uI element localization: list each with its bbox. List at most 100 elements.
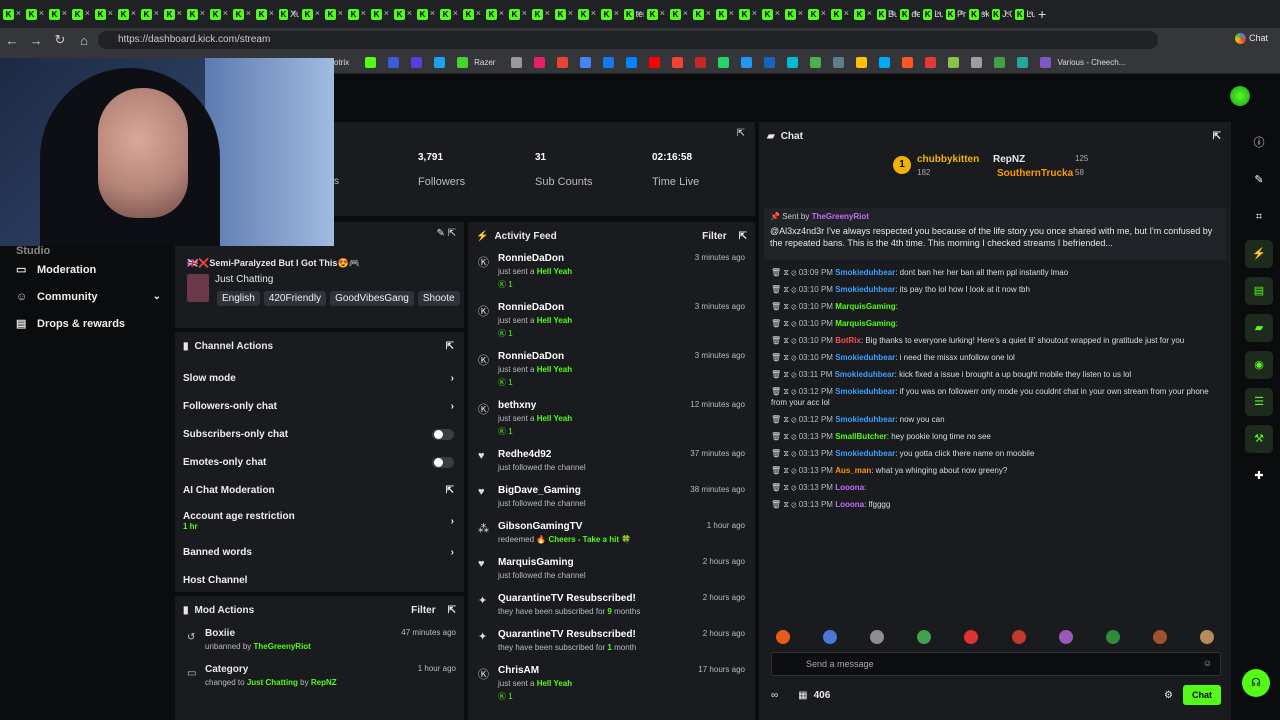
- chat-message[interactable]: 🗑 ⧖ ⊘ 03:10 PM MarquisGaming:: [759, 315, 1231, 332]
- browser-tab[interactable]: K ×: [46, 0, 69, 28]
- delete-icon[interactable]: 🗑: [771, 387, 781, 396]
- broadcast-icon[interactable]: ◉: [1245, 351, 1273, 379]
- close-icon[interactable]: ×: [246, 8, 251, 18]
- home-icon[interactable]: ⌂: [72, 33, 96, 48]
- tag[interactable]: GoodVibesGang: [330, 291, 414, 306]
- timeout-icon[interactable]: ⧖: [783, 302, 789, 311]
- chat-sidebar-button[interactable]: Chat: [1234, 33, 1268, 45]
- close-icon[interactable]: ×: [545, 8, 550, 18]
- chat-message[interactable]: 🗑 ⧖ ⊘ 03:13 PM Smokieduhbear: you gotta …: [759, 445, 1231, 462]
- bookmark-icon[interactable]: [833, 57, 845, 68]
- emote-icon[interactable]: [917, 630, 932, 644]
- sidebar-item-studio[interactable]: Studio: [0, 246, 175, 256]
- tag[interactable]: English: [217, 291, 260, 306]
- browser-tab[interactable]: K ×: [368, 0, 391, 28]
- bookmark-razer[interactable]: Razer: [474, 58, 495, 67]
- timeout-icon[interactable]: ⧖: [783, 483, 789, 492]
- chat-username[interactable]: MarquisGaming: [835, 319, 895, 328]
- popout-icon[interactable]: ⇱: [448, 605, 456, 616]
- chat-message[interactable]: 🗑 ⧖ ⊘ 03:10 PM Smokieduhbear: its pay th…: [759, 281, 1231, 298]
- bookmark-icon[interactable]: [810, 57, 822, 68]
- chat-username[interactable]: Aus_man: [835, 466, 871, 475]
- popout-icon[interactable]: ⇱: [737, 128, 745, 139]
- close-icon[interactable]: ×: [269, 8, 274, 18]
- bookmark-icon[interactable]: [388, 57, 400, 68]
- ban-icon[interactable]: ⊘: [791, 285, 796, 294]
- ban-icon[interactable]: ⊘: [791, 432, 796, 441]
- close-icon[interactable]: ×: [361, 8, 366, 18]
- delete-icon[interactable]: 🗑: [771, 285, 781, 294]
- browser-tab[interactable]: K ×: [460, 0, 483, 28]
- browser-tab[interactable]: K ×: [690, 0, 713, 28]
- subscribers-only-toggle[interactable]: [432, 428, 454, 440]
- bookmark-icon[interactable]: [902, 57, 914, 68]
- bookmark-icon[interactable]: [879, 57, 891, 68]
- browser-tab[interactable]: K ×: [23, 0, 46, 28]
- close-icon[interactable]: ×: [499, 8, 504, 18]
- close-icon[interactable]: ×: [614, 8, 619, 18]
- browser-tab[interactable]: K ×: [322, 0, 345, 28]
- browser-tab[interactable]: K ×: [115, 0, 138, 28]
- ai-moderation-action[interactable]: AI Chat Moderation ⇱: [175, 476, 464, 504]
- delete-icon[interactable]: 🗑: [771, 432, 781, 441]
- delete-icon[interactable]: 🗑: [771, 336, 781, 345]
- bookmark-icon[interactable]: [365, 57, 377, 68]
- timeout-icon[interactable]: ⧖: [783, 466, 789, 475]
- add-widget-icon[interactable]: ✚: [1245, 462, 1273, 490]
- chat-username[interactable]: Smokieduhbear: [835, 268, 895, 277]
- bookmark-icon[interactable]: [1017, 57, 1029, 68]
- chat-username[interactable]: Smokieduhbear: [835, 285, 895, 294]
- bookmark-icon[interactable]: [695, 57, 707, 68]
- chat-message[interactable]: 🗑 ⧖ ⊘ 03:10 PM BotRix: Big thanks to eve…: [759, 332, 1231, 349]
- chat-username[interactable]: Smokieduhbear: [835, 353, 895, 362]
- close-icon[interactable]: ×: [706, 8, 711, 18]
- timeout-icon[interactable]: ⧖: [783, 500, 789, 509]
- followers-only-action[interactable]: Followers-only chat ›: [175, 392, 464, 420]
- ban-icon[interactable]: ⊘: [791, 415, 796, 424]
- browser-tab[interactable]: K ×: [667, 0, 690, 28]
- chat-username[interactable]: SmallButcher: [835, 432, 887, 441]
- delete-icon[interactable]: 🗑: [771, 319, 781, 328]
- queue-icon[interactable]: ☰: [1245, 388, 1273, 416]
- close-icon[interactable]: ×: [844, 8, 849, 18]
- host-channel-action[interactable]: Host Channel: [175, 566, 464, 594]
- delete-icon[interactable]: 🗑: [771, 449, 781, 458]
- bookmark-icon[interactable]: [557, 57, 569, 68]
- browser-tab[interactable]: K ×: [575, 0, 598, 28]
- browser-tab[interactable]: K ×: [805, 0, 828, 28]
- browser-tab[interactable]: K ×: [253, 0, 276, 28]
- close-icon[interactable]: ×: [522, 8, 527, 18]
- close-icon[interactable]: ×: [752, 8, 757, 18]
- chat-username[interactable]: MarquisGaming: [835, 302, 895, 311]
- slow-mode-action[interactable]: Slow mode ›: [175, 364, 464, 392]
- close-icon[interactable]: ×: [476, 8, 481, 18]
- address-bar[interactable]: https://dashboard.kick.com/stream: [98, 31, 1158, 49]
- close-icon[interactable]: ×: [85, 8, 90, 18]
- chat-username[interactable]: Looona: [835, 483, 864, 492]
- chat-message[interactable]: 🗑 ⧖ ⊘ 03:13 PM Looona: lfgggg: [759, 496, 1231, 513]
- browser-tab[interactable]: K ×: [598, 0, 621, 28]
- close-icon[interactable]: ×: [913, 8, 918, 18]
- delete-icon[interactable]: 🗑: [771, 268, 781, 277]
- bookmark-icon[interactable]: [434, 57, 446, 68]
- timeout-icon[interactable]: ⧖: [783, 370, 789, 379]
- browser-tab[interactable]: K ×: [851, 0, 874, 28]
- ban-icon[interactable]: ⊘: [791, 370, 796, 379]
- emote-icon[interactable]: [1153, 630, 1168, 644]
- popout-icon[interactable]: ⇱: [1213, 131, 1221, 142]
- delete-icon[interactable]: 🗑: [771, 500, 781, 509]
- chat-message[interactable]: 🗑 ⧖ ⊘ 03:09 PM Smokieduhbear: dont ban h…: [759, 264, 1231, 281]
- bookmark-icon[interactable]: [925, 57, 937, 68]
- emote-icon[interactable]: [822, 630, 837, 644]
- timeout-icon[interactable]: ⧖: [783, 449, 789, 458]
- close-icon[interactable]: ×: [223, 8, 228, 18]
- close-icon[interactable]: ×: [821, 8, 826, 18]
- support-icon[interactable]: ☊: [1242, 669, 1270, 697]
- browser-tab[interactable]: KJ.C×: [989, 0, 1012, 28]
- delete-icon[interactable]: 🗑: [771, 483, 781, 492]
- delete-icon[interactable]: 🗑: [771, 353, 781, 362]
- sidebar-item-community[interactable]: ☺ Community ⌄: [0, 283, 175, 310]
- browser-tab[interactable]: K ×: [529, 0, 552, 28]
- chat-username[interactable]: Smokieduhbear: [835, 415, 895, 424]
- close-icon[interactable]: ×: [200, 8, 205, 18]
